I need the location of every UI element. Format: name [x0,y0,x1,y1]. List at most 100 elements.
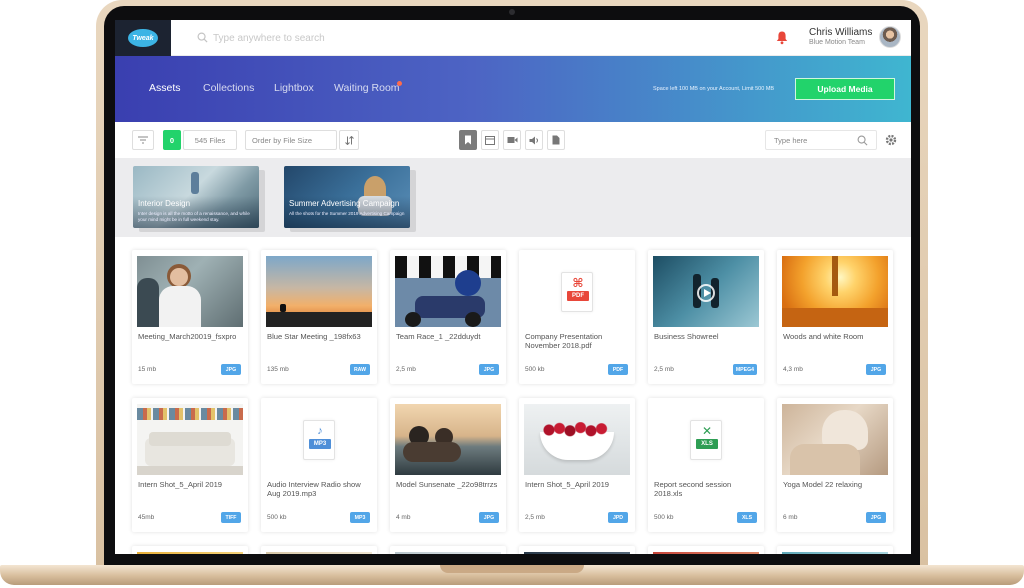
asset-card[interactable]: Yoga Model 22 relaxing 6 mb JPG [777,398,893,532]
asset-card[interactable]: Team Race_1 _22dduydt 2,5 mb JPG [390,250,506,384]
asset-name: Intern Shot_5_April 2019 [525,480,610,489]
file-type-badge: JPG [479,512,499,523]
asset-thumbnail [524,404,630,475]
file-type-badge: PDF [608,364,628,375]
asset-name: Meeting_March20019_fsxpro [138,332,237,341]
asset-thumbnail: ♪ MP3 [266,404,372,475]
asset-thumbnail [395,256,501,327]
asset-size: 2,5 mb [525,514,545,521]
asset-thumbnail [395,404,501,475]
top-bar: Tweak Chris Williams Blue Motion Team [115,20,911,56]
logo-area[interactable]: Tweak [115,20,171,56]
asset-size: 6 mb [783,514,798,521]
asset-size: 500 kb [267,514,287,521]
app-screen: Tweak Chris Williams Blue Motion Team As… [115,20,911,554]
file-type-badge: MP3 [350,512,370,523]
file-type-badge: JPG [221,364,241,375]
asset-card[interactable] [390,546,506,554]
asset-size: 4,3 mb [783,366,803,373]
avatar[interactable] [879,26,901,48]
asset-card[interactable]: Meeting_March20019_fsxpro 15 mb JPG [132,250,248,384]
asset-card[interactable] [132,546,248,554]
tab-collections[interactable]: Collections [203,82,254,94]
asset-size: 500 kb [525,366,545,373]
asset-thumbnail [266,552,372,554]
asset-card[interactable] [648,546,764,554]
asset-name: Company Presentation November 2018.pdf [525,332,603,351]
search-icon [197,32,208,43]
sort-direction-button[interactable] [339,130,359,150]
mp3-file-icon: ♪ MP3 [303,419,335,460]
collection-card[interactable]: Interior Design Inter design is all the … [133,166,265,232]
sort-icon [344,135,354,145]
file-type-badge: JPD [608,512,628,523]
audio-filter-button[interactable] [525,130,543,150]
collection-title: Interior Design [138,199,191,208]
file-type-badge: JPG [866,512,886,523]
asset-thumbnail: ⌘ PDF [524,256,630,327]
order-select[interactable]: Order by File Size [245,130,337,150]
filter-icon [138,136,148,144]
document-icon [552,135,560,145]
gear-icon[interactable] [885,134,897,146]
asset-thumbnail [782,404,888,475]
selected-count[interactable]: 0 [163,130,181,150]
files-count: 545 Files [183,130,237,150]
tab-lightbox[interactable]: Lightbox [274,82,314,94]
bell-icon[interactable] [775,30,789,45]
upload-media-button[interactable]: Upload Media [795,78,895,100]
laptop-notch [440,565,584,573]
asset-card[interactable] [777,546,893,554]
bookmark-view-button[interactable] [459,130,477,150]
asset-size: 15 mb [138,366,157,373]
storage-info: Space left 100 MB on your Account, Limit… [653,86,775,92]
image-filter-button[interactable] [481,130,499,150]
filter-button[interactable] [132,130,154,150]
file-type-badge: JPG [866,364,886,375]
asset-card[interactable]: ⌘ PDF Company Presentation November 2018… [519,250,635,384]
asset-thumbnail [266,256,372,327]
asset-name: Model Sunsenate _22o98trrzs [396,480,498,489]
user-name[interactable]: Chris Williams [809,27,872,38]
collection-thumbnail: Interior Design Inter design is all the … [133,166,259,228]
notification-dot [397,81,402,86]
asset-card[interactable]: Woods and white Room 4,3 mb JPG [777,250,893,384]
file-type-badge: MPEG4 [732,364,757,375]
asset-card[interactable]: Blue Star Meeting _198fx63 135 mb RAW [261,250,377,384]
asset-card[interactable]: Business Showreel 2,5 mb MPEG4 [648,250,764,384]
asset-card[interactable]: ✕ XLS Report second session 2018.xls 500… [648,398,764,532]
asset-card[interactable]: Model Sunsenate _22o98trrzs 4 mb JPG [390,398,506,532]
collection-description: Inter design is all the motto of a renai… [138,211,250,222]
mp3-tag: MP3 [309,438,331,449]
file-type-badge: TIFF [221,512,241,523]
global-search-input[interactable] [213,30,513,46]
asset-card[interactable] [519,546,635,554]
tab-assets[interactable]: Assets [149,82,181,94]
camera-dot [509,9,515,15]
asset-toolbar: 0 545 Files Order by File Size Type here [115,122,911,158]
speaker-icon [529,136,538,144]
header-banner: Assets Collections Lightbox Waiting Room… [115,56,911,122]
search-icon[interactable] [857,135,868,146]
pdf-file-icon: ⌘ PDF [561,271,593,312]
collection-card[interactable]: Summer Advertising Campaign All the shot… [284,166,416,232]
asset-card[interactable]: Intern Shot_5_April 2019 2,5 mb JPD [519,398,635,532]
asset-name: Business Showreel [654,332,719,341]
asset-thumbnail [137,552,243,554]
document-filter-button[interactable] [547,130,565,150]
asset-size: 135 mb [267,366,289,373]
asset-card[interactable]: ♪ MP3 Audio Interview Radio show Aug 201… [261,398,377,532]
tab-waiting-room[interactable]: Waiting Room [334,82,400,94]
asset-card[interactable]: Intern Shot_5_April 2019 45mb TIFF [132,398,248,532]
asset-name: Team Race_1 _22dduydt [396,332,481,341]
video-filter-button[interactable] [503,130,521,150]
asset-size: 500 kb [654,514,674,521]
xls-tag: XLS [696,438,718,449]
asset-card[interactable] [261,546,377,554]
asset-thumbnail [782,552,888,554]
xls-file-icon: ✕ XLS [690,419,722,460]
asset-name: Intern Shot_5_April 2019 [138,480,223,489]
user-team: Blue Motion Team [809,39,865,46]
asset-thumbnail [524,552,630,554]
asset-thumbnail [137,404,243,475]
